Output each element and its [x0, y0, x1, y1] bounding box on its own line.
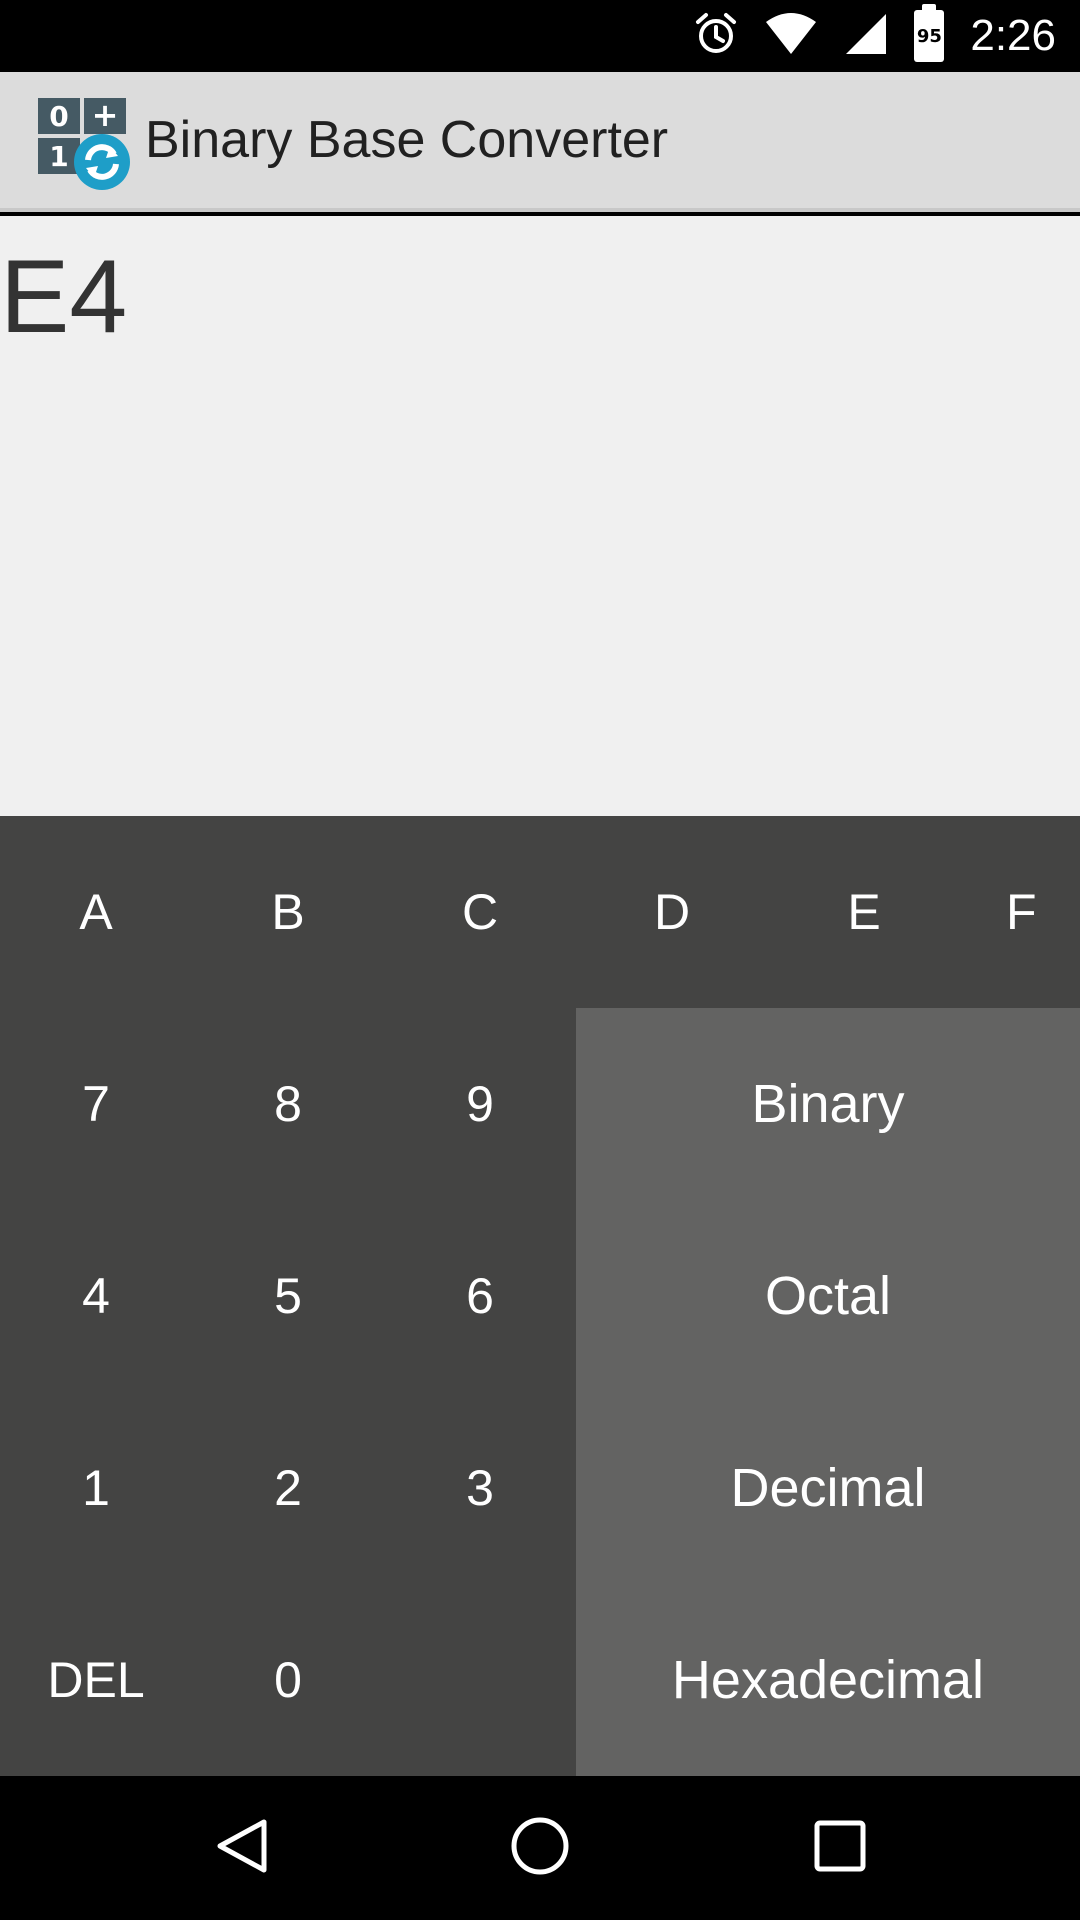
key-4[interactable]: 4: [0, 1200, 192, 1392]
key-8[interactable]: 8: [192, 1008, 384, 1200]
signal-icon: [844, 12, 888, 61]
app-title: Binary Base Converter: [145, 111, 669, 169]
octal-button[interactable]: Octal: [576, 1200, 1080, 1392]
binary-button[interactable]: Binary: [576, 1008, 1080, 1200]
back-icon: [212, 1816, 272, 1881]
key-e[interactable]: E: [768, 816, 960, 1008]
navigation-bar: [0, 1776, 1080, 1920]
wifi-icon: [764, 12, 818, 61]
key-f[interactable]: F: [960, 816, 1080, 1008]
svg-text:1: 1: [49, 140, 68, 173]
key-6[interactable]: 6: [384, 1200, 576, 1392]
input-display: E4: [0, 216, 1080, 816]
key-7[interactable]: 7: [0, 1008, 192, 1200]
alarm-icon: [694, 12, 738, 61]
battery-level: 95: [916, 25, 942, 47]
battery-icon: 95: [914, 4, 945, 62]
key-1[interactable]: 1: [0, 1392, 192, 1584]
back-button[interactable]: [162, 1776, 322, 1920]
key-c[interactable]: C: [384, 816, 576, 1008]
key-5[interactable]: 5: [192, 1200, 384, 1392]
app-bar: 0 + 1 Binary Base Converter: [0, 72, 1080, 212]
recents-button[interactable]: [760, 1776, 920, 1920]
key-9[interactable]: 9: [384, 1008, 576, 1200]
svg-text:0: 0: [49, 100, 68, 133]
conversion-panel: Binary Octal Decimal Hexadecimal: [576, 1008, 1080, 1776]
keypad: A B C D E F 7 8 9 4 5 6 1 2 3 DEL 0 Bina…: [0, 816, 1080, 1776]
key-0[interactable]: 0: [192, 1584, 384, 1776]
display-value: E4: [0, 239, 128, 355]
key-d[interactable]: D: [576, 816, 768, 1008]
status-time: 2:26: [970, 11, 1056, 60]
key-3[interactable]: 3: [384, 1392, 576, 1584]
status-icons: 95 2:26: [694, 0, 1056, 72]
key-2[interactable]: 2: [192, 1392, 384, 1584]
status-bar: 95 2:26: [0, 0, 1080, 72]
svg-text:+: +: [92, 96, 119, 134]
key-b[interactable]: B: [192, 816, 384, 1008]
decimal-button[interactable]: Decimal: [576, 1392, 1080, 1584]
binary-converter-logo-icon: 0 + 1: [36, 96, 132, 192]
home-button[interactable]: [460, 1776, 620, 1920]
key-a[interactable]: A: [0, 816, 192, 1008]
home-icon: [509, 1815, 571, 1882]
hexadecimal-button[interactable]: Hexadecimal: [576, 1584, 1080, 1776]
recents-icon: [812, 1818, 868, 1879]
key-del[interactable]: DEL: [0, 1584, 192, 1776]
